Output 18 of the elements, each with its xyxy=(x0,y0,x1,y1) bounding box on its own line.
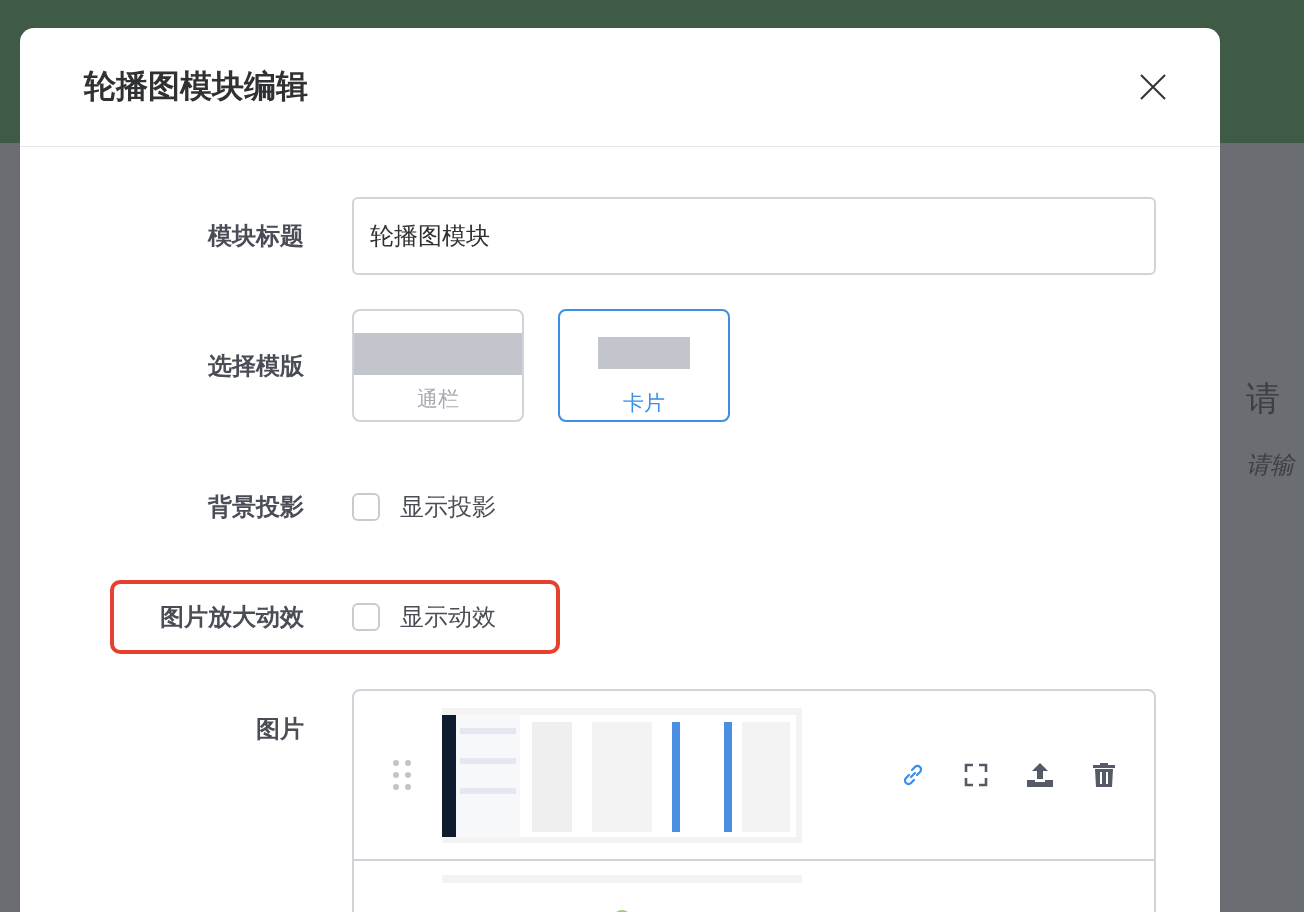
trash-icon[interactable] xyxy=(1092,762,1116,788)
field-label: 图片放大动效 xyxy=(159,602,305,633)
input-field[interactable]: 轮播图模块 xyxy=(352,197,1156,275)
checkbox[interactable] xyxy=(352,493,380,521)
field-label: 选择模版 xyxy=(207,350,305,382)
template-option[interactable]: 卡片 xyxy=(558,309,730,422)
field-label: 模块标题 xyxy=(206,221,305,252)
checkbox[interactable] xyxy=(352,603,380,631)
checkbox-label: 显示投影 xyxy=(400,492,496,523)
dialog-title: 轮播图模块编辑 xyxy=(84,66,308,107)
close-icon[interactable] xyxy=(1140,74,1166,100)
checkbox-label: 显示动效 xyxy=(400,602,496,633)
field-label: 背景投影 xyxy=(206,492,305,523)
field-label: 图片 xyxy=(255,714,305,745)
drag-handle-icon[interactable] xyxy=(392,759,412,791)
fullscreen-icon[interactable] xyxy=(964,763,988,787)
template-option[interactable]: 通栏 xyxy=(352,309,524,422)
upload-icon[interactable] xyxy=(1026,762,1054,788)
